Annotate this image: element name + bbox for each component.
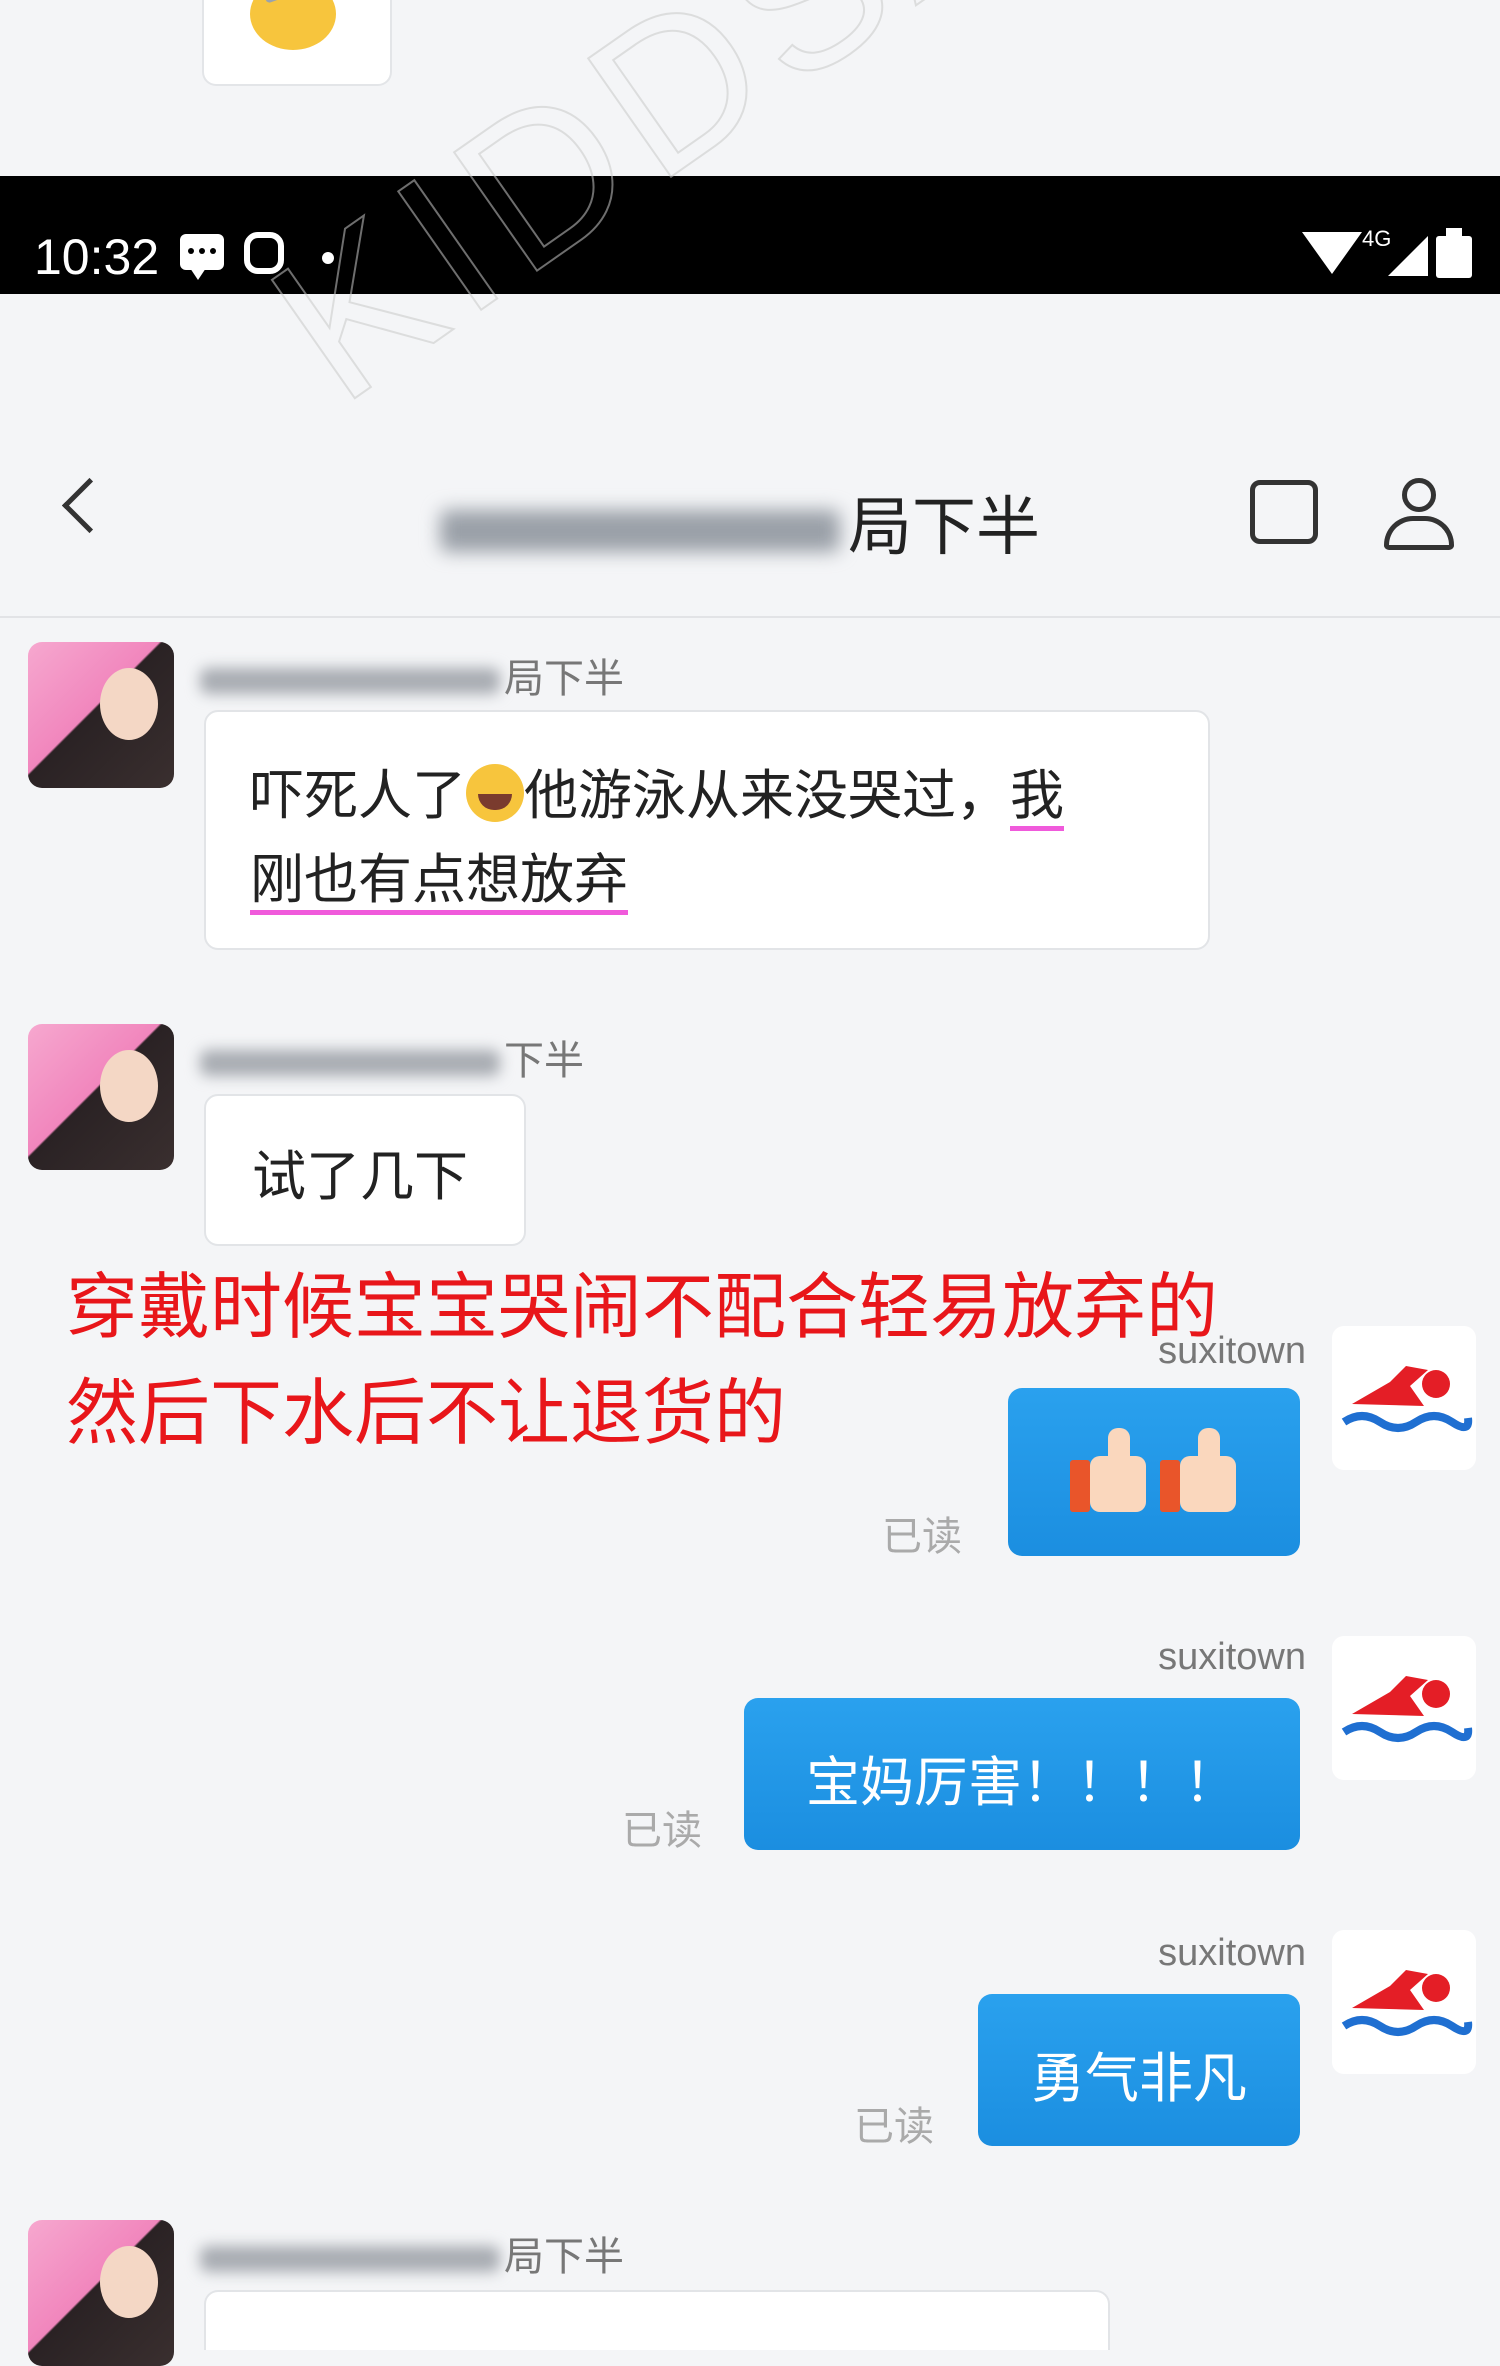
user-avatar[interactable]	[1332, 1326, 1476, 1470]
message-bubble-outgoing[interactable]: 宝妈厉害！！！！	[744, 1698, 1300, 1850]
message-text: 我	[1010, 764, 1064, 827]
swimmer-icon	[1341, 1366, 1473, 1432]
message-bubble-outgoing[interactable]: 勇气非凡	[978, 1994, 1300, 2146]
message-notification-icon	[180, 234, 224, 280]
battery-icon	[1436, 228, 1472, 278]
laughing-emoji-icon	[466, 764, 524, 822]
message-bubble-incoming[interactable]: 吓死人了 他游泳从来没哭过，我 刚也有点想放弃	[204, 710, 1210, 950]
message-text: 吓死人了	[250, 764, 466, 827]
annotation-line-1: 穿戴时候宝宝哭闹不配合轻易放弃的	[66, 1265, 1219, 1349]
message-text: 宝妈厉害！！！！	[806, 1751, 1238, 1814]
message-bubble-incoming[interactable]: 试了几下	[204, 1094, 526, 1246]
annotation-line-2: 然后下水后不让退货的	[66, 1371, 787, 1455]
signal-icon	[1388, 236, 1428, 276]
sender-name: 局下半	[200, 646, 624, 704]
swimmer-icon	[1341, 1970, 1473, 2036]
message-bubble-incoming[interactable]	[204, 2290, 1110, 2350]
status-time: 10:32	[34, 229, 160, 285]
profile-icon[interactable]	[1384, 478, 1454, 550]
blurred-name-part	[440, 510, 840, 553]
chat-header	[0, 294, 1500, 618]
contact-avatar[interactable]	[28, 642, 174, 788]
read-status: 已读	[882, 1514, 962, 1560]
sender-name-me: suxitown	[1158, 1330, 1306, 1372]
more-notifications-dot	[322, 252, 334, 264]
shop-icon[interactable]	[1250, 480, 1318, 544]
chat-title-text: 局下半	[848, 491, 1040, 565]
message-text: 他游泳从来没哭过，	[524, 764, 1010, 827]
notification-bell-icon	[244, 232, 284, 274]
sender-name-me: suxitown	[1158, 1636, 1306, 1678]
sender-name: 下半	[200, 1028, 584, 1086]
thumbs-up-emoji-icon	[1070, 1426, 1148, 1512]
message-text: 试了几下	[252, 1145, 468, 1208]
message-text: 刚也有点想放弃	[250, 848, 628, 911]
message-text: 勇气非凡	[1031, 2047, 1247, 2110]
contact-avatar[interactable]	[28, 2220, 174, 2366]
message-bubble-outgoing[interactable]	[1008, 1388, 1300, 1556]
sender-name: 局下半	[200, 2224, 624, 2282]
sender-name-me: suxitown	[1158, 1932, 1306, 1974]
swimmer-icon	[1341, 1676, 1473, 1742]
user-avatar[interactable]	[1332, 1636, 1476, 1780]
thumbs-up-emoji-icon	[1160, 1426, 1238, 1512]
read-status: 已读	[854, 2104, 934, 2150]
read-status: 已读	[622, 1808, 702, 1854]
user-avatar[interactable]	[1332, 1930, 1476, 2074]
chat-title: 局下半	[440, 476, 1060, 568]
wifi-icon	[1302, 232, 1362, 274]
status-bar	[0, 176, 1500, 294]
network-type-label: 4G	[1362, 226, 1392, 251]
contact-avatar[interactable]	[28, 1024, 174, 1170]
